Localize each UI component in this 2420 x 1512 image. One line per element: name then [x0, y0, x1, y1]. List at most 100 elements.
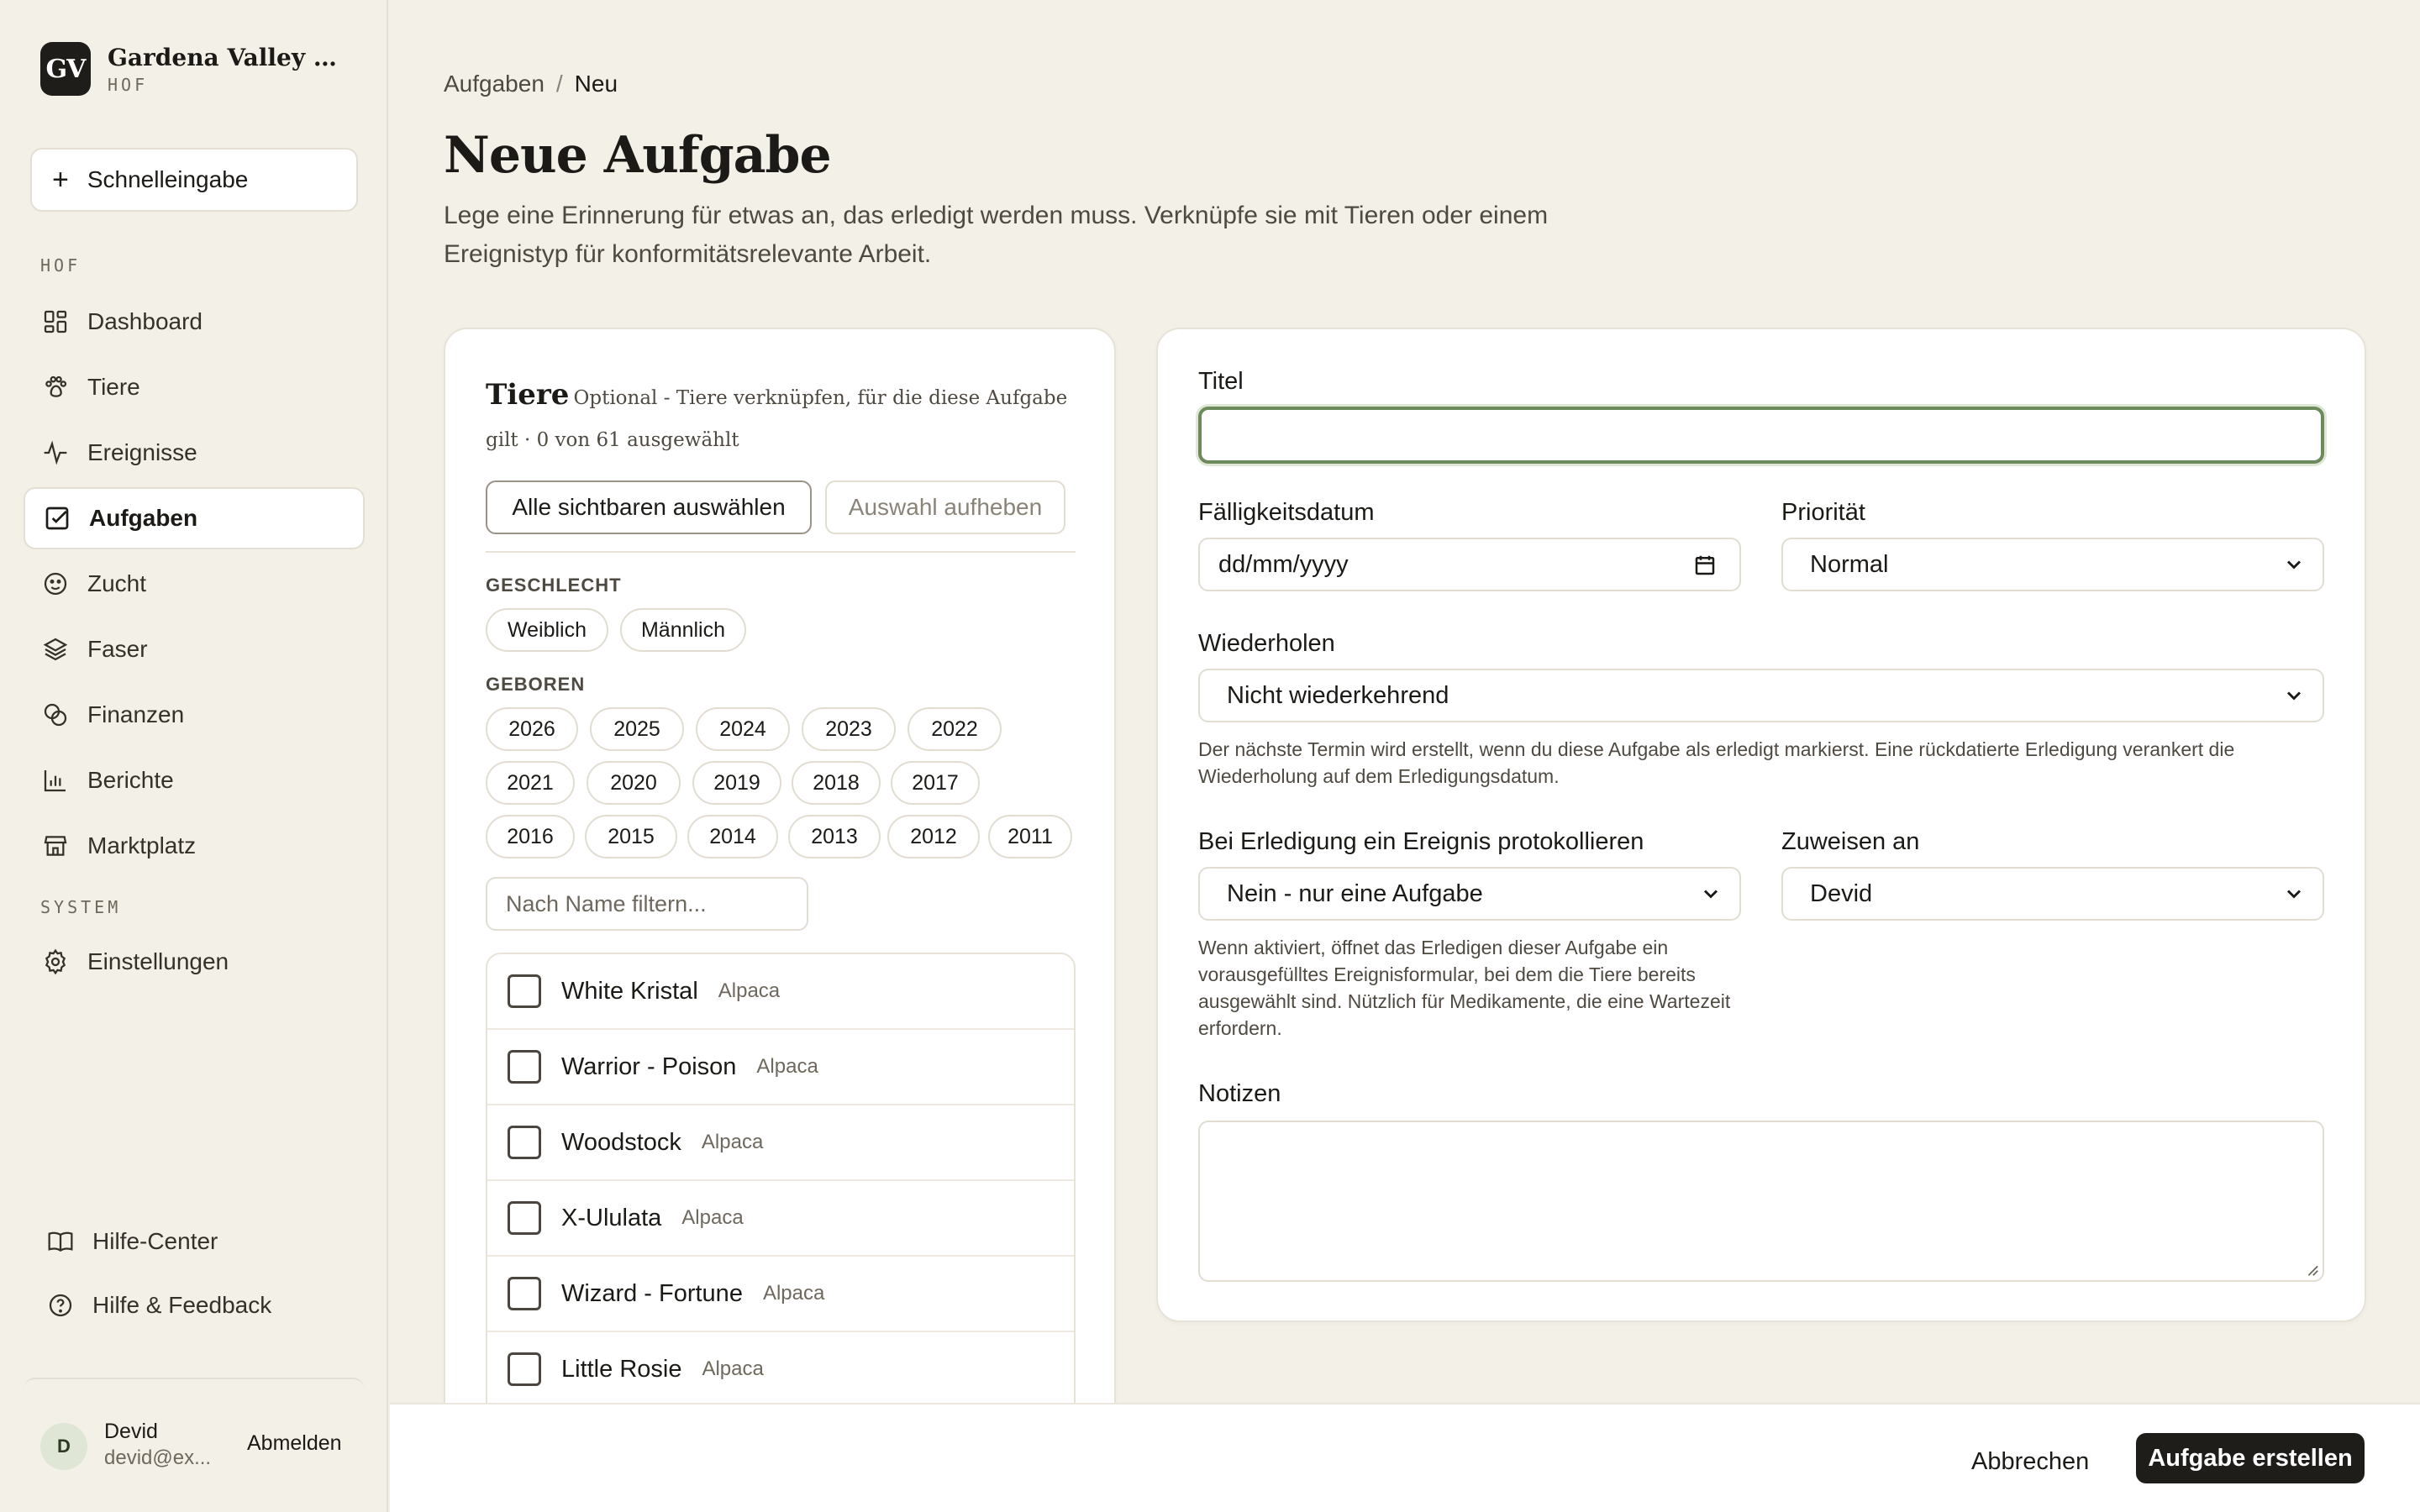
grid-icon — [44, 310, 67, 333]
chevron-down-icon — [2286, 890, 2302, 899]
resize-grip-icon[interactable] — [2304, 1262, 2319, 1277]
sidebar-item-label: Tiere — [87, 374, 140, 400]
task-form-card: Titel Fälligkeitsdatum dd/mm/yyyy Priori… — [1156, 328, 2366, 1322]
logout-button[interactable]: Abmelden — [247, 1431, 342, 1456]
coins-icon — [44, 703, 67, 727]
list-item[interactable]: X-Ululata Alpaca — [487, 1181, 1074, 1257]
repeat-select[interactable]: Nicht wiederkehrend — [1198, 669, 2324, 722]
animal-name: Wizard - Fortune — [561, 1279, 743, 1307]
chip-year-2019[interactable]: 2019 — [692, 761, 781, 805]
animals-subtitle: Optional - Tiere verknüpfen, für die die… — [486, 387, 1068, 451]
animal-name: Woodstock — [561, 1128, 681, 1156]
chip-year-2013[interactable]: 2013 — [788, 815, 881, 858]
sidebar-item-finanzen[interactable]: Finanzen — [24, 684, 365, 746]
repeat-hint: Der nächste Termin wird erstellt, wenn d… — [1198, 738, 2235, 787]
breadcrumb-separator: / — [555, 71, 563, 97]
chip-year-2014[interactable]: 2014 — [687, 815, 778, 858]
checkbox-icon — [45, 507, 69, 530]
chip-year-2018[interactable]: 2018 — [792, 761, 881, 805]
sidebar-item-tiere[interactable]: Tiere — [24, 356, 365, 418]
user-name: Devid — [104, 1420, 158, 1443]
chip-year-2025[interactable]: 2025 — [590, 707, 684, 751]
nav-section-system: SYSTEM — [40, 897, 122, 917]
name-filter-input[interactable] — [486, 877, 808, 931]
help-center-link[interactable]: Hilfe-Center — [47, 1228, 218, 1255]
animal-checkbox[interactable] — [508, 974, 541, 1008]
chip-year-2017[interactable]: 2017 — [891, 761, 980, 805]
animal-name: White Kristal — [561, 977, 698, 1005]
sidebar-item-label: Ereignisse — [87, 439, 197, 465]
create-task-button[interactable]: Aufgabe erstellen — [2136, 1433, 2365, 1483]
calendar-icon[interactable] — [1692, 553, 1718, 578]
list-item[interactable]: Little Rosie Alpaca — [487, 1332, 1074, 1408]
help-center-label: Hilfe-Center — [92, 1228, 218, 1254]
priority-select[interactable]: Normal — [1781, 538, 2324, 591]
clear-selection-button[interactable]: Auswahl aufheben — [825, 480, 1065, 534]
title-label: Titel — [1198, 368, 1244, 395]
animal-name: X-Ululata — [561, 1204, 662, 1231]
cancel-button[interactable]: Abbrechen — [1971, 1438, 2089, 1485]
animal-checkbox[interactable] — [508, 1050, 541, 1084]
sidebar-item-marktplatz[interactable]: Marktplatz — [24, 815, 365, 877]
assign-label: Zuweisen an — [1781, 828, 1920, 855]
animals-card: Tiere Optional - Tiere verknüpfen, für d… — [444, 328, 1116, 1512]
chip-year-2022[interactable]: 2022 — [908, 707, 1002, 751]
due-date-label: Fälligkeitsdatum — [1198, 499, 1375, 526]
chip-year-2016[interactable]: 2016 — [486, 815, 575, 858]
born-filter-label: GEBOREN — [486, 674, 586, 695]
due-date-input[interactable]: dd/mm/yyyy — [1198, 538, 1741, 591]
sidebar-item-zucht[interactable]: Zucht — [24, 553, 365, 615]
chip-year-2011[interactable]: 2011 — [988, 815, 1072, 858]
quick-entry-button[interactable]: + Schnelleingabe — [30, 148, 358, 212]
priority-value: Normal — [1810, 550, 1889, 578]
sidebar-item-berichte[interactable]: Berichte — [24, 749, 365, 811]
chip-year-2024[interactable]: 2024 — [696, 707, 790, 751]
chip-year-2021[interactable]: 2021 — [486, 761, 575, 805]
select-all-visible-button[interactable]: Alle sichtbaren auswählen — [486, 480, 812, 534]
avatar[interactable]: D — [40, 1423, 87, 1470]
brand[interactable]: GV Gardena Valley Alp... HOF — [40, 42, 351, 96]
log-event-label: Bei Erledigung ein Ereignis protokollier… — [1198, 828, 1644, 855]
assign-value: Devid — [1810, 879, 1873, 907]
assign-select[interactable]: Devid — [1781, 867, 2324, 921]
chip-gender-male[interactable]: Männlich — [620, 608, 746, 652]
layers-icon — [43, 638, 68, 661]
help-feedback-link[interactable]: Hilfe & Feedback — [47, 1292, 271, 1319]
breadcrumb-parent[interactable]: Aufgaben — [444, 71, 544, 97]
list-item[interactable]: Wizard - Fortune Alpaca — [487, 1257, 1074, 1332]
sidebar-item-dashboard[interactable]: Dashboard — [24, 291, 365, 353]
sidebar-item-ereignisse[interactable]: Ereignisse — [24, 422, 365, 484]
chip-year-2023[interactable]: 2023 — [802, 707, 896, 751]
animal-species: Alpaca — [702, 1357, 764, 1380]
animal-name: Little Rosie — [561, 1355, 682, 1383]
help-circle-icon — [49, 1294, 72, 1317]
animal-checkbox[interactable] — [508, 1201, 541, 1235]
repeat-label: Wiederholen — [1198, 630, 1335, 657]
sidebar-item-einstellungen[interactable]: Einstellungen — [24, 931, 365, 993]
animal-checkbox[interactable] — [508, 1126, 541, 1159]
notes-textarea[interactable] — [1198, 1121, 2324, 1282]
chip-year-2015[interactable]: 2015 — [585, 815, 677, 858]
chip-year-2012[interactable]: 2012 — [887, 815, 980, 858]
sidebar-item-label: Aufgaben — [89, 505, 198, 531]
chip-year-2020[interactable]: 2020 — [587, 761, 681, 805]
footer-action-bar — [390, 1403, 2420, 1512]
gender-filter-label: GESCHLECHT — [486, 575, 622, 596]
chip-gender-female[interactable]: Weiblich — [486, 608, 608, 652]
user-box: D Devid devid@ex... Abmelden — [24, 1378, 365, 1504]
list-item[interactable]: Woodstock Alpaca — [487, 1105, 1074, 1181]
list-item[interactable]: White Kristal Alpaca — [487, 954, 1074, 1030]
chip-year-2026[interactable]: 2026 — [486, 707, 578, 751]
sidebar-item-faser[interactable]: Faser — [24, 618, 365, 680]
title-input[interactable] — [1198, 407, 2324, 464]
sidebar: GV Gardena Valley Alp... HOF + Schnellei… — [0, 0, 388, 1512]
animal-checkbox[interactable] — [508, 1352, 541, 1386]
sidebar-item-aufgaben[interactable]: Aufgaben — [24, 487, 365, 549]
chevron-down-icon — [2286, 560, 2302, 570]
animal-checkbox[interactable] — [508, 1277, 541, 1310]
store-icon — [44, 836, 67, 856]
nav-section-hof: HOF — [40, 255, 82, 276]
log-event-select[interactable]: Nein - nur eine Aufgabe — [1198, 867, 1741, 921]
brand-logo: GV — [40, 42, 91, 96]
list-item[interactable]: Warrior - Poison Alpaca — [487, 1030, 1074, 1105]
